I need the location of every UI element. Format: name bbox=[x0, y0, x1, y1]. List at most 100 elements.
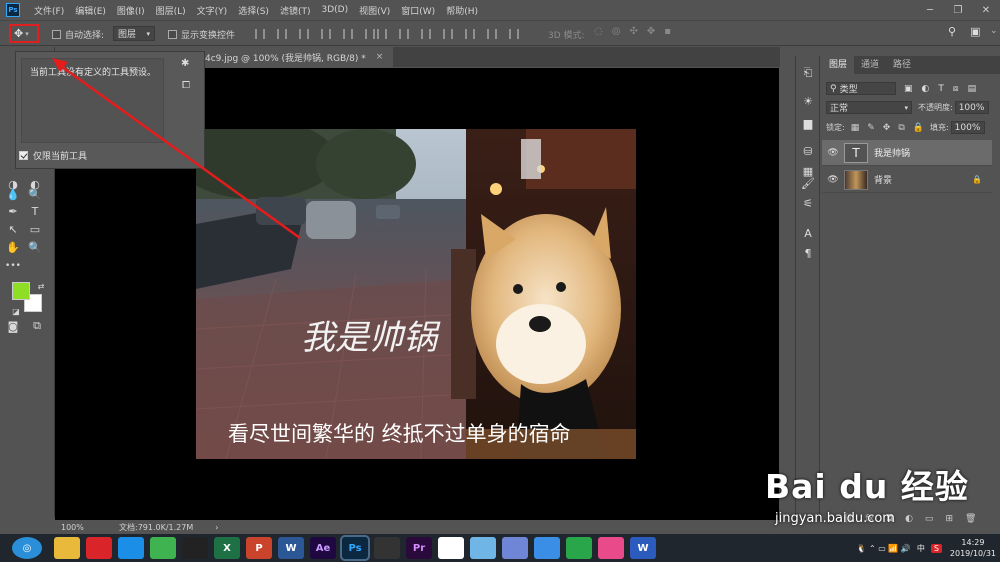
align-hcenter-icon[interactable] bbox=[343, 29, 353, 39]
more-tools-icon[interactable]: ••• bbox=[5, 259, 21, 273]
lock-move-icon[interactable]: ✥ bbox=[883, 123, 891, 133]
taskbar-app-powerpoint-icon[interactable]: P bbox=[246, 537, 272, 559]
workspace-icon[interactable]: ▣ bbox=[970, 25, 980, 38]
chevron-right-icon[interactable]: › bbox=[215, 523, 218, 532]
start-icon[interactable]: ◎ bbox=[12, 537, 42, 559]
sogou-icon[interactable]: S bbox=[930, 543, 942, 553]
taskbar-app-netease-music-icon[interactable] bbox=[86, 537, 112, 559]
taskbar-app-photoshop-icon[interactable]: Ps bbox=[340, 535, 370, 561]
taskbar-app-folder-icon[interactable] bbox=[54, 537, 80, 559]
path-select-icon[interactable]: ↖ bbox=[5, 222, 21, 236]
3d-slide-icon[interactable]: ✥ bbox=[647, 26, 655, 37]
levels-icon[interactable]: ▆ bbox=[801, 116, 815, 130]
lock-all-icon[interactable]: 🔒 bbox=[913, 123, 924, 133]
paragraph-icon[interactable]: ¶ bbox=[801, 246, 815, 260]
distribute-top-icon[interactable] bbox=[377, 29, 387, 39]
show-transform-checkbox[interactable] bbox=[168, 30, 177, 39]
layer-filter-dropdown[interactable]: ⚲ 类型 bbox=[826, 82, 896, 95]
lock-paint-icon[interactable]: ✎ bbox=[867, 123, 875, 133]
close-icon[interactable]: ✕ bbox=[972, 0, 1000, 20]
restore-icon[interactable]: ❐ bbox=[944, 0, 972, 20]
zoom-icon[interactable]: 🔍 bbox=[27, 240, 43, 254]
tool-preset-list[interactable]: 当前工具没有定义的工具预设。 bbox=[21, 58, 164, 143]
align-bottom-icon[interactable] bbox=[299, 29, 309, 39]
fill-input[interactable]: 100% bbox=[950, 121, 985, 134]
default-colors-icon[interactable]: ◪ bbox=[8, 304, 24, 318]
rectangle-icon[interactable]: ▭ bbox=[27, 222, 43, 236]
distribute-left-icon[interactable] bbox=[443, 29, 453, 39]
align-left-icon[interactable] bbox=[321, 29, 331, 39]
taskbar-app-premiere-icon[interactable]: Pr bbox=[406, 537, 432, 559]
document-image[interactable]: 我是帅锅 看尽世间繁华的 终抵不过单身的宿命 bbox=[196, 129, 636, 459]
foreground-color-swatch[interactable] bbox=[12, 282, 30, 300]
chevron-down-icon[interactable]: ⌄ bbox=[990, 26, 998, 36]
menu-window[interactable]: 窗口(W) bbox=[401, 4, 435, 17]
tab-paths[interactable]: 路径 bbox=[886, 56, 918, 74]
auto-select-target-dropdown[interactable]: 图层 ▾ bbox=[113, 26, 155, 41]
taskbar-app-wechat-icon[interactable] bbox=[150, 537, 176, 559]
taskbar-app-app-2-icon[interactable] bbox=[470, 537, 496, 559]
auto-select-checkbox[interactable] bbox=[52, 30, 61, 39]
current-tool-only-checkbox[interactable] bbox=[19, 151, 28, 160]
taskbar-app-wps-icon[interactable]: W bbox=[630, 537, 656, 559]
3d-orbit-icon[interactable]: ◌ bbox=[594, 26, 603, 37]
gear-icon[interactable]: ✱ bbox=[181, 58, 189, 69]
taskbar-app-after-effects-icon[interactable]: Ae bbox=[310, 537, 336, 559]
layer-row-text[interactable]: 👁 T 我是帅锅 bbox=[822, 140, 992, 166]
screen-mode-icon[interactable]: ⧉ bbox=[29, 319, 45, 333]
document-tab[interactable]: 4c9.jpg @ 100% (我是帅锅, RGB/8) * × bbox=[205, 47, 394, 67]
menu-image[interactable]: 图像(I) bbox=[117, 4, 145, 17]
minimize-icon[interactable]: ─ bbox=[916, 0, 944, 20]
taskbar-app-app-3-icon[interactable] bbox=[502, 537, 528, 559]
character-icon[interactable]: A bbox=[801, 226, 815, 240]
move-tool-preset-button[interactable]: ✥ ▾ bbox=[9, 24, 39, 43]
distribute-hcenter-icon[interactable] bbox=[465, 29, 475, 39]
new-preset-icon[interactable]: ⧠ bbox=[182, 80, 190, 91]
tab-channels[interactable]: 通道 bbox=[854, 56, 886, 74]
clock[interactable]: 14:29 2019/10/31 bbox=[950, 537, 996, 559]
filter-shape-icon[interactable]: ⧈ bbox=[953, 84, 959, 94]
swap-colors-icon[interactable]: ⇄ bbox=[33, 279, 49, 293]
taskbar-app-word-icon[interactable]: W bbox=[278, 537, 304, 559]
menu-filter[interactable]: 滤镜(T) bbox=[280, 4, 311, 17]
filter-smart-icon[interactable]: ▤ bbox=[968, 84, 977, 94]
blur-icon[interactable]: 💧 bbox=[5, 187, 21, 201]
search-icon[interactable]: ⚲ bbox=[948, 25, 956, 38]
auto-align-icon[interactable] bbox=[509, 29, 519, 39]
taskbar-app-app-1-icon[interactable] bbox=[438, 537, 464, 559]
menu-3d[interactable]: 3D(D) bbox=[321, 5, 348, 15]
lock-pixels-icon[interactable]: ▦ bbox=[851, 123, 860, 133]
filter-type-icon[interactable]: T bbox=[938, 84, 944, 94]
taskbar-app-app-5-icon[interactable] bbox=[566, 537, 592, 559]
brush-settings-icon[interactable]: ⚟ bbox=[801, 196, 815, 210]
opacity-input[interactable]: 100% bbox=[954, 101, 989, 114]
align-vcenter-icon[interactable] bbox=[277, 29, 287, 39]
hand-icon[interactable]: ✋ bbox=[5, 240, 21, 254]
tray-icons[interactable]: 🐧 ⌃ ▭ 📶 🔊 bbox=[856, 544, 910, 553]
close-tab-icon[interactable]: × bbox=[376, 52, 384, 62]
menu-layer[interactable]: 图层(L) bbox=[156, 4, 186, 17]
distribute-right-icon[interactable] bbox=[487, 29, 497, 39]
lock-artboard-icon[interactable]: ⧉ bbox=[898, 123, 904, 133]
layer-row-background[interactable]: 👁 背景 🔒 bbox=[822, 167, 992, 193]
type-tool-icon[interactable]: T bbox=[27, 204, 43, 218]
brush-icon[interactable]: 🖌 bbox=[801, 176, 815, 190]
ime-indicator[interactable]: 中 bbox=[917, 543, 925, 554]
taskbar-app-qq-icon[interactable] bbox=[182, 537, 208, 559]
taskbar-app-excel-icon[interactable]: X bbox=[214, 537, 240, 559]
blend-mode-dropdown[interactable]: 正常 ▾ bbox=[826, 101, 912, 114]
libraries-icon[interactable]: ⛁ bbox=[801, 144, 815, 158]
taskbar-app-app-6-icon[interactable] bbox=[598, 537, 624, 559]
zoom-level[interactable]: 100% bbox=[61, 523, 101, 532]
menu-file[interactable]: 文件(F) bbox=[34, 4, 64, 17]
filter-adjust-icon[interactable]: ◐ bbox=[922, 84, 930, 94]
filter-pixel-icon[interactable]: ▣ bbox=[904, 84, 913, 94]
taskbar-app-app-4-icon[interactable] bbox=[534, 537, 560, 559]
3d-roll-icon[interactable]: ◎ bbox=[612, 26, 621, 37]
menu-select[interactable]: 选择(S) bbox=[238, 4, 269, 17]
eye-icon[interactable]: 👁 bbox=[822, 148, 844, 158]
adjustments-icon[interactable]: ☀ bbox=[801, 94, 815, 108]
3d-scale-icon[interactable]: ▪ bbox=[664, 26, 671, 37]
3d-pan-icon[interactable]: ✣ bbox=[629, 26, 637, 37]
distribute-bottom-icon[interactable] bbox=[421, 29, 431, 39]
